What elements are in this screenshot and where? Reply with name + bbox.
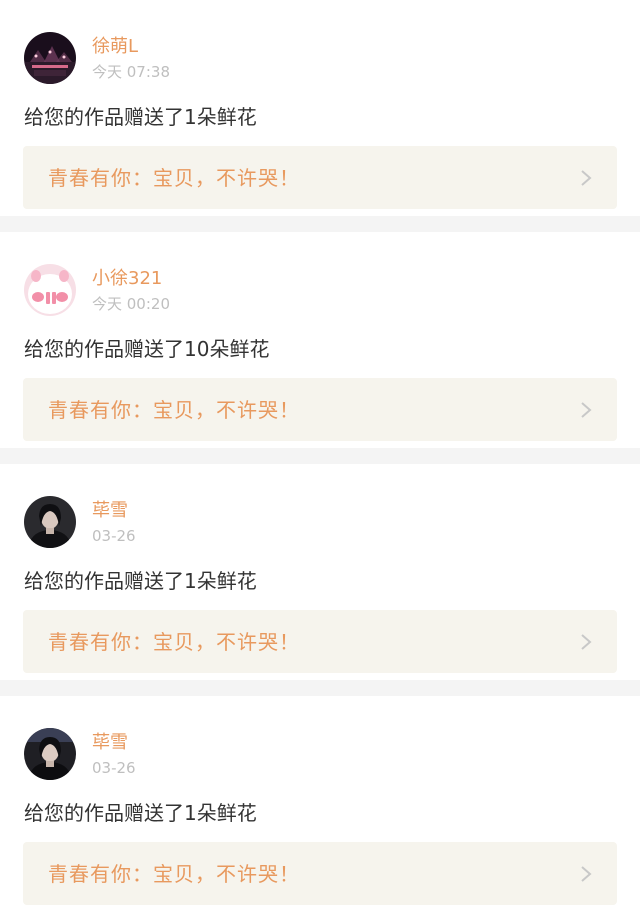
notification-card: 徐萌L 今天 07:38 给您的作品赠送了1朵鲜花 青春有你：宝贝，不许哭！ bbox=[0, 0, 640, 216]
work-link-card[interactable]: 青春有你：宝贝，不许哭！ bbox=[23, 610, 617, 673]
gift-notification-feed: 徐萌L 今天 07:38 给您的作品赠送了1朵鲜花 青春有你：宝贝，不许哭！ 小… bbox=[0, 0, 640, 912]
timestamp: 今天 07:38 bbox=[92, 63, 170, 81]
work-link-card[interactable]: 青春有你：宝贝，不许哭！ bbox=[23, 378, 617, 441]
work-title: 青春有你：宝贝，不许哭！ bbox=[48, 862, 300, 886]
username[interactable]: 荜雪 bbox=[92, 732, 128, 754]
chevron-right-icon bbox=[581, 866, 592, 882]
work-link-card[interactable]: 青春有你：宝贝，不许哭！ bbox=[23, 146, 617, 209]
work-link-card[interactable]: 青春有你：宝贝，不许哭！ bbox=[23, 842, 617, 905]
chevron-right-icon bbox=[581, 634, 592, 650]
username[interactable]: 荜雪 bbox=[92, 500, 128, 522]
gift-message: 给您的作品赠送了1朵鲜花 bbox=[24, 569, 257, 593]
timestamp: 03-26 bbox=[92, 759, 136, 777]
notification-card: 荜雪 03-26 给您的作品赠送了1朵鲜花 青春有你：宝贝，不许哭！ bbox=[0, 696, 640, 912]
person-portrait-avatar-icon[interactable] bbox=[24, 728, 76, 780]
pink-cartoon-pig-avatar-icon[interactable] bbox=[24, 264, 76, 316]
notification-card: 荜雪 03-26 给您的作品赠送了1朵鲜花 青春有你：宝贝，不许哭！ bbox=[0, 464, 640, 680]
work-title: 青春有你：宝贝，不许哭！ bbox=[48, 398, 300, 422]
username[interactable]: 徐萌L bbox=[92, 36, 138, 58]
chevron-right-icon bbox=[581, 402, 592, 418]
work-title: 青春有你：宝贝，不许哭！ bbox=[48, 630, 300, 654]
chevron-right-icon bbox=[581, 170, 592, 186]
gift-message: 给您的作品赠送了10朵鲜花 bbox=[24, 337, 270, 361]
notification-card: 小徐321 今天 00:20 给您的作品赠送了10朵鲜花 青春有你：宝贝，不许哭… bbox=[0, 232, 640, 448]
work-title: 青春有你：宝贝，不许哭！ bbox=[48, 166, 300, 190]
concert-stage-avatar-icon[interactable] bbox=[24, 32, 76, 84]
person-portrait-avatar-icon[interactable] bbox=[24, 496, 76, 548]
gift-message: 给您的作品赠送了1朵鲜花 bbox=[24, 105, 257, 129]
timestamp: 03-26 bbox=[92, 527, 136, 545]
gift-message: 给您的作品赠送了1朵鲜花 bbox=[24, 801, 257, 825]
timestamp: 今天 00:20 bbox=[92, 295, 170, 313]
username[interactable]: 小徐321 bbox=[92, 268, 162, 290]
